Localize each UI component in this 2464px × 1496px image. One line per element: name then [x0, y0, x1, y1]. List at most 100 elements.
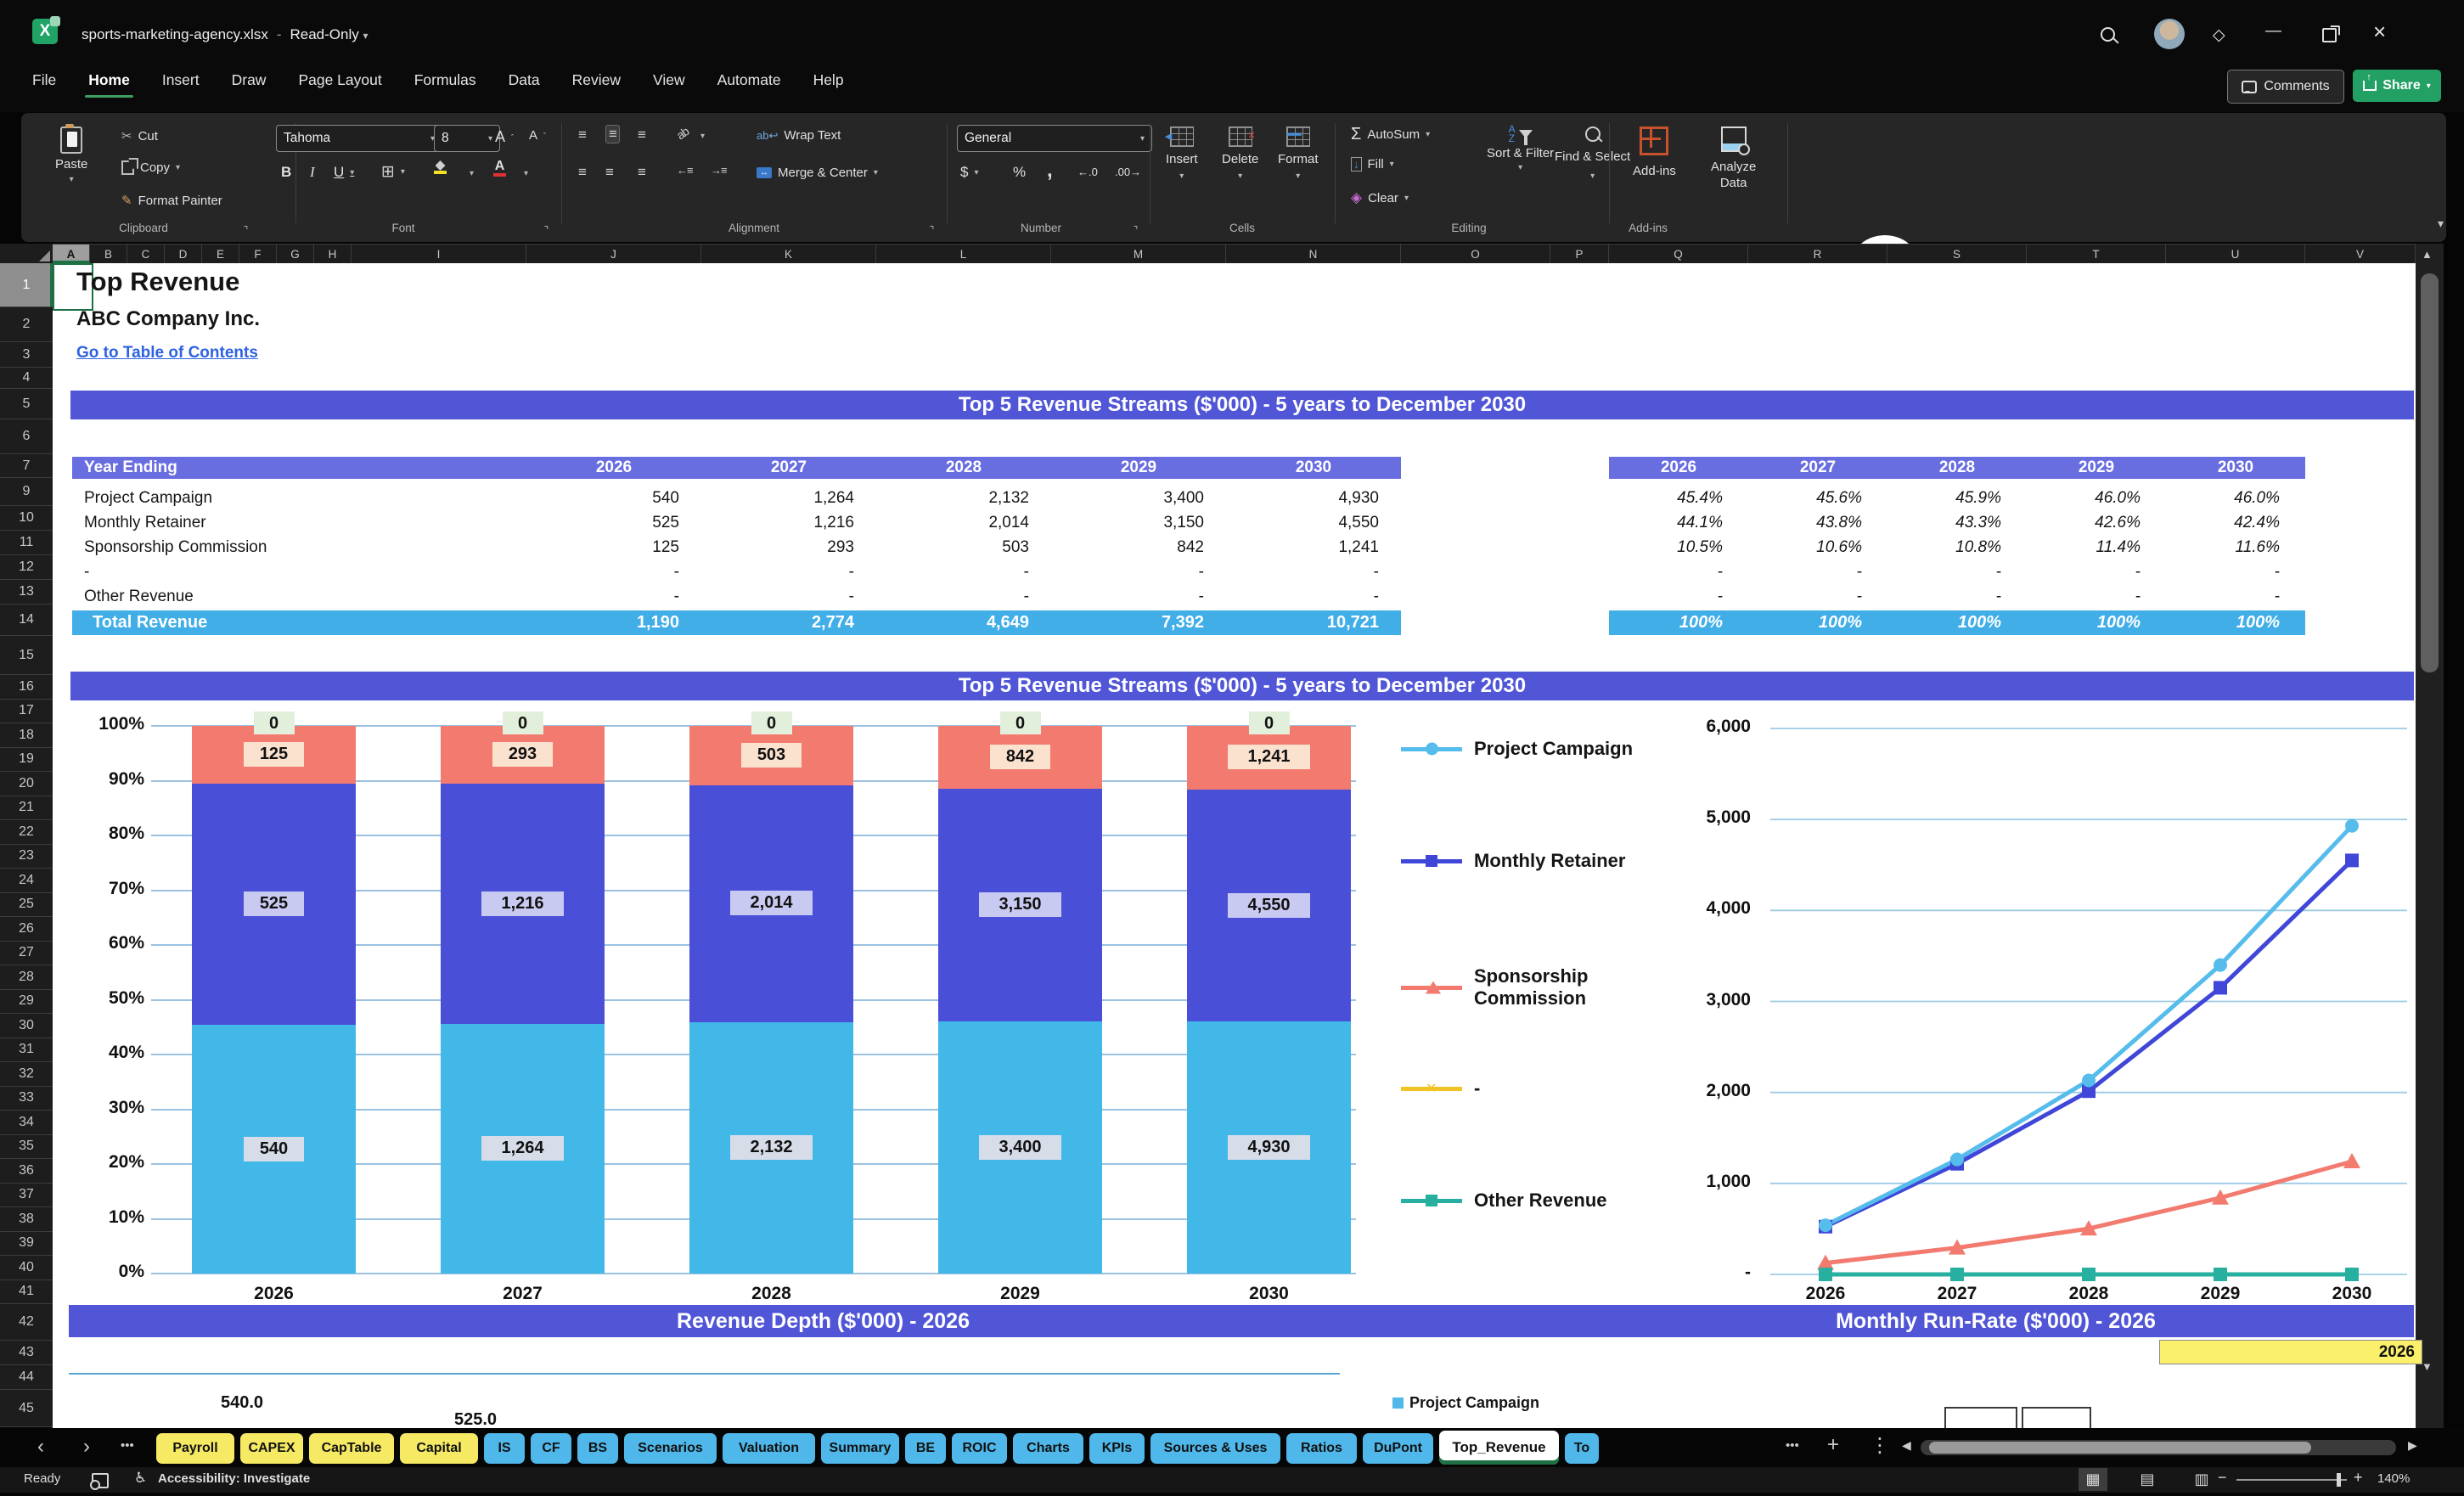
- table-cell[interactable]: -: [1226, 584, 1401, 609]
- column-header-I[interactable]: I: [352, 244, 526, 263]
- tabs-overflow-icon[interactable]: •••: [1786, 1438, 1799, 1453]
- pct-total-cell[interactable]: 100%: [1609, 610, 1748, 635]
- sheet-tab-capital[interactable]: Capital: [400, 1433, 478, 1464]
- table-cell[interactable]: 525: [526, 510, 701, 535]
- font-size-select[interactable]: 8▾: [434, 125, 500, 152]
- share-button[interactable]: Share ▾: [2353, 70, 2441, 102]
- font-name-select[interactable]: Tahoma▾: [276, 125, 442, 152]
- pct-header-cell[interactable]: 2027: [1748, 457, 1887, 479]
- column-header-H[interactable]: H: [314, 244, 352, 263]
- align-left-icon[interactable]: ≡: [578, 164, 586, 181]
- sheet-tab-charts[interactable]: Charts: [1013, 1433, 1083, 1464]
- table-total-cell[interactable]: 4,649: [876, 610, 1051, 635]
- sheet-tab-valuation[interactable]: Valuation: [723, 1433, 815, 1464]
- table-cell[interactable]: -: [526, 584, 701, 609]
- table-cell[interactable]: 3,150: [1051, 510, 1226, 535]
- font-color-dropdown[interactable]: ▾: [524, 169, 528, 178]
- sheet-tab-roic[interactable]: ROIC: [952, 1433, 1007, 1464]
- minimize-button[interactable]: —: [2265, 22, 2281, 41]
- menu-tab-draw[interactable]: Draw: [232, 71, 267, 98]
- percent-format-icon[interactable]: %: [1013, 164, 1026, 181]
- table-cell[interactable]: Sponsorship Commission: [72, 535, 538, 560]
- align-middle-icon[interactable]: ≡: [605, 125, 620, 143]
- menu-tab-review[interactable]: Review: [572, 71, 621, 98]
- increase-decimal-icon[interactable]: ←.0: [1077, 166, 1098, 178]
- tabs-more-icon[interactable]: •••: [121, 1438, 134, 1453]
- runrate-year-cell[interactable]: 2026: [2159, 1340, 2422, 1364]
- macro-record-icon[interactable]: [92, 1473, 109, 1488]
- scroll-down-icon[interactable]: ▼: [2422, 1360, 2433, 1373]
- pct-total-cell[interactable]: 100%: [2027, 610, 2166, 635]
- increase-indent-icon[interactable]: →≡: [711, 164, 727, 177]
- hscroll-right-icon[interactable]: ▶: [2408, 1438, 2417, 1453]
- table-cell[interactable]: 125: [526, 535, 701, 560]
- table-cell[interactable]: 2,132: [876, 486, 1051, 510]
- pct-total-cell[interactable]: 100%: [1887, 610, 2027, 635]
- page-layout-view-icon[interactable]: ▤: [2133, 1468, 2162, 1491]
- zoom-slider-thumb[interactable]: [2337, 1473, 2341, 1487]
- underline-button[interactable]: U▾: [334, 164, 354, 181]
- pct-header-cell[interactable]: 2028: [1887, 457, 2027, 479]
- column-header-C[interactable]: C: [127, 244, 165, 263]
- table-header-cell[interactable]: 2027: [701, 457, 876, 479]
- row-header-40[interactable]: 40: [0, 1256, 53, 1280]
- row-header-31[interactable]: 31: [0, 1038, 53, 1063]
- menu-tab-help[interactable]: Help: [813, 71, 844, 98]
- toc-link[interactable]: Go to Table of Contents: [76, 344, 258, 363]
- orientation-dropdown[interactable]: ▾: [700, 132, 705, 141]
- row-header-17[interactable]: 17: [0, 700, 53, 724]
- column-header-S[interactable]: S: [1887, 244, 2027, 263]
- orientation-icon[interactable]: ab: [674, 125, 691, 143]
- column-header-F[interactable]: F: [239, 244, 277, 263]
- table-cell[interactable]: -: [876, 560, 1051, 584]
- table-cell[interactable]: 503: [876, 535, 1051, 560]
- align-top-icon[interactable]: ≡: [578, 127, 586, 143]
- table-total-cell[interactable]: 1,190: [526, 610, 701, 635]
- row-header-25[interactable]: 25: [0, 893, 53, 918]
- insert-cells-button[interactable]: ◀Insert▾: [1166, 127, 1198, 181]
- table-header-cell[interactable]: 2028: [876, 457, 1051, 479]
- table-cell[interactable]: -: [701, 560, 876, 584]
- row-header-23[interactable]: 23: [0, 845, 53, 869]
- pct-cell[interactable]: 43.3%: [1887, 510, 2027, 535]
- decrease-indent-icon[interactable]: ←≡: [677, 164, 693, 177]
- row-header-30[interactable]: 30: [0, 1014, 53, 1038]
- page-break-view-icon[interactable]: ▥: [2187, 1468, 2216, 1491]
- add-ins-button[interactable]: Add-ins: [1633, 127, 1676, 178]
- row-header-41[interactable]: 41: [0, 1280, 53, 1305]
- row-header-24[interactable]: 24: [0, 869, 53, 893]
- scroll-up-icon[interactable]: ▲: [2422, 248, 2433, 261]
- row-header-11[interactable]: 11: [0, 531, 53, 555]
- pct-cell[interactable]: 10.6%: [1748, 535, 1887, 560]
- table-cell[interactable]: -: [876, 584, 1051, 609]
- pct-cell[interactable]: -: [1887, 560, 2027, 584]
- column-header-K[interactable]: K: [701, 244, 876, 263]
- status-accessibility[interactable]: Accessibility: Investigate: [158, 1471, 310, 1486]
- legend-item-monthly-retainer[interactable]: Monthly Retainer: [1401, 850, 1741, 872]
- table-header-cell[interactable]: Year Ending: [72, 457, 538, 479]
- table-cell[interactable]: 1,216: [701, 510, 876, 535]
- table-cell[interactable]: Other Revenue: [72, 584, 538, 609]
- column-header-D[interactable]: D: [165, 244, 202, 263]
- table-total-cell[interactable]: 10,721: [1226, 610, 1401, 635]
- table-cell[interactable]: 2,014: [876, 510, 1051, 535]
- pct-total-cell[interactable]: 100%: [1748, 610, 1887, 635]
- alignment-dialog-launcher[interactable]: ›: [925, 221, 937, 233]
- row-header-14[interactable]: 14: [0, 605, 53, 636]
- fill-button[interactable]: ↓Fill▾: [1351, 157, 1394, 172]
- increase-font-icon[interactable]: Aˆ: [495, 128, 514, 146]
- row-header-9[interactable]: 9: [0, 478, 53, 506]
- menu-tab-formulas[interactable]: Formulas: [414, 71, 476, 98]
- sort-filter-button[interactable]: AZSort & Filter▾: [1487, 125, 1554, 172]
- row-header-2[interactable]: 2: [0, 307, 53, 342]
- table-total-cell[interactable]: 2,774: [701, 610, 876, 635]
- autosum-button[interactable]: ΣAutoSum▾: [1351, 125, 1430, 144]
- restore-button[interactable]: [2322, 28, 2337, 42]
- menu-tab-home[interactable]: Home: [88, 71, 130, 98]
- sheet-tab-ratios[interactable]: Ratios: [1286, 1433, 1357, 1464]
- menu-tab-automate[interactable]: Automate: [717, 71, 781, 98]
- menu-tab-view[interactable]: View: [653, 71, 685, 98]
- row-header-35[interactable]: 35: [0, 1135, 53, 1160]
- column-header-T[interactable]: T: [2027, 244, 2166, 263]
- sheet-tab-is[interactable]: IS: [484, 1433, 525, 1464]
